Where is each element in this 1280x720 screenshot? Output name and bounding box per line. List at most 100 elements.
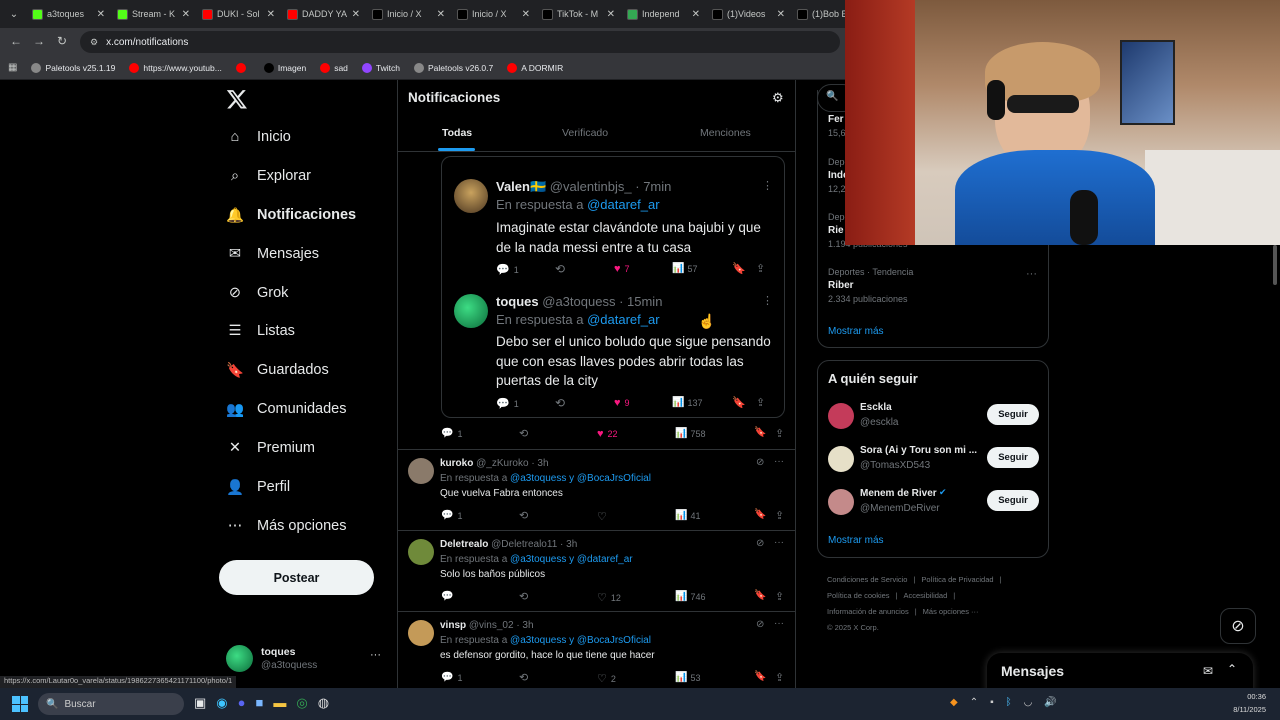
share-button[interactable]: ⇪	[756, 396, 765, 409]
repost-button[interactable]: ⟲	[555, 396, 565, 410]
new-message-icon[interactable]: ✉	[1203, 664, 1213, 678]
tab-list-button[interactable]: ⌄	[4, 4, 24, 24]
reply-button[interactable]: 💬 1	[441, 672, 462, 683]
site-info-icon[interactable]: ⚙	[90, 37, 98, 48]
reply-to-link[interactable]: @dataref_ar	[587, 197, 659, 212]
tab-verificado[interactable]: Verificado	[562, 127, 608, 139]
follow-button[interactable]: Seguir	[987, 490, 1039, 511]
show-more-trends[interactable]: Mostrar más	[828, 326, 884, 337]
views-button[interactable]: 📊 137	[672, 397, 702, 408]
tab-todas[interactable]: Todas	[442, 127, 472, 139]
bluetooth-icon[interactable]: ᛒ	[1006, 697, 1012, 708]
browser-tab[interactable]: Independ ✕	[621, 3, 706, 25]
clock[interactable]: 00:36 8/11/2025	[1216, 692, 1266, 714]
follow-suggestion[interactable]: Sora (Ai y Toru son mi ... @TomasXD543 S…	[818, 440, 1050, 480]
share-button[interactable]: ⇪	[756, 262, 765, 275]
views-button[interactable]: 📊 758	[675, 428, 705, 439]
like-button[interactable]: ♥ 7	[614, 263, 630, 275]
bookmark-button[interactable]: 🔖	[754, 590, 766, 601]
reply-post[interactable]: kuroko @_zKuroko · 3h ⊘ ··· En respuesta…	[398, 450, 795, 531]
repost-button[interactable]: ⟲	[555, 262, 565, 276]
app-tray-icon[interactable]: ◆	[950, 697, 958, 708]
close-icon[interactable]: ✕	[777, 9, 785, 20]
close-icon[interactable]: ✕	[267, 9, 275, 20]
taskbar-search[interactable]: 🔍 Buscar	[38, 693, 184, 715]
reply-to-link[interactable]: @a3toquess y @BocaJrsOficial	[510, 473, 651, 484]
browser-tab[interactable]: a3toques ✕	[26, 3, 111, 25]
post-button[interactable]: Postear	[219, 560, 374, 595]
footer-link[interactable]: Política de cookies	[827, 591, 890, 600]
tab-menciones[interactable]: Menciones	[700, 127, 751, 139]
edge-icon[interactable]: ◉	[216, 695, 227, 711]
bookmark-button[interactable]: 🔖	[754, 671, 766, 682]
share-button[interactable]: ⇪	[775, 590, 784, 603]
footer-link[interactable]: Accesibilidad	[904, 591, 948, 600]
repost-button[interactable]: ⟲	[519, 509, 528, 522]
views-button[interactable]: 📊 57	[672, 263, 697, 274]
x-logo[interactable]	[226, 88, 248, 110]
share-button[interactable]: ⇪	[775, 427, 784, 440]
author-name[interactable]: toques	[496, 294, 539, 309]
bookmark-item[interactable]: Paletools v26.0.7	[414, 62, 493, 73]
bookmark-item[interactable]: Twitch	[361, 62, 400, 73]
own-post-card[interactable]: toques @a3toquess · 15min ⋮ En respuesta…	[441, 286, 785, 418]
network-icon[interactable]: ▪	[990, 697, 994, 708]
nav-item-premium[interactable]: ✕ Premium	[226, 439, 315, 457]
footer-link[interactable]: Condiciones de Servicio	[827, 575, 907, 584]
task-view-icon[interactable]: ▣	[194, 695, 206, 711]
windows-start-icon[interactable]	[12, 696, 28, 712]
trend-item[interactable]: Deportes · Tendencia Riber 2.334 publica…	[828, 267, 913, 304]
reply-button[interactable]: 💬 1	[441, 428, 462, 439]
chrome-icon[interactable]: ◎	[296, 695, 307, 711]
quoted-post-card[interactable]: Valen🇸🇪 @valentinbjs_ · 7min ⋮ En respue…	[441, 156, 785, 286]
footer-link[interactable]: Más opciones ···	[923, 607, 979, 616]
nav-item-inicio[interactable]: ⌂ Inicio	[226, 128, 291, 146]
grok-button[interactable]: ⊘	[1220, 608, 1256, 644]
account-switcher[interactable]: toques @a3toquess ···	[226, 643, 386, 675]
discord-icon[interactable]: ●	[238, 695, 246, 711]
views-button[interactable]: 📊 41	[675, 510, 700, 521]
reply-button[interactable]: 💬	[441, 591, 457, 602]
nav-item-perfil[interactable]: 👤 Perfil	[226, 478, 290, 496]
back-icon[interactable]: ←	[10, 34, 22, 48]
reply-button[interactable]: 💬 1	[496, 263, 519, 276]
forward-icon[interactable]: →	[33, 34, 45, 48]
like-button[interactable]: ♡	[597, 510, 611, 523]
apps-grid-icon[interactable]: ▦	[8, 62, 17, 73]
reply-button[interactable]: 💬 1	[496, 397, 519, 410]
chevron-up-icon[interactable]: ⌃	[1227, 662, 1237, 676]
follow-button[interactable]: Seguir	[987, 404, 1039, 425]
more-icon[interactable]: ···	[774, 537, 784, 548]
reply-to-link[interactable]: @a3toquess y @dataref_ar	[510, 554, 633, 565]
browser-tab[interactable]: Stream - K ✕	[111, 3, 196, 25]
author-name[interactable]: Deletrealo	[440, 539, 488, 550]
browser-tab[interactable]: (1)Videos ✕	[706, 3, 791, 25]
bookmark-button[interactable]: 🔖	[732, 262, 746, 275]
author-name[interactable]: vinsp	[440, 620, 466, 631]
author-name[interactable]: kuroko	[440, 458, 473, 469]
nav-item-grok[interactable]: ⊘ Grok	[226, 284, 289, 302]
bookmark-item[interactable]: https://www.youtub...	[129, 62, 222, 73]
like-button[interactable]: ♥ 9	[614, 397, 630, 409]
url-field[interactable]: ⚙ x.com/notifications	[80, 31, 840, 53]
reply-button[interactable]: 💬 1	[441, 510, 462, 521]
volume-icon[interactable]: 🔊	[1044, 697, 1056, 708]
repost-button[interactable]: ⟲	[519, 590, 528, 603]
views-button[interactable]: 📊 746	[675, 591, 705, 602]
wifi-icon[interactable]: ◡	[1024, 697, 1033, 708]
reply-to-link[interactable]: @dataref_ar	[587, 312, 659, 327]
grok-icon[interactable]: ⊘	[756, 457, 764, 468]
views-button[interactable]: 📊 53	[675, 672, 700, 683]
nav-item-listas[interactable]: ☰ Listas	[226, 322, 295, 340]
repost-button[interactable]: ⟲	[519, 427, 528, 440]
browser-tab[interactable]: Inicio / X ✕	[451, 3, 536, 25]
bookmark-item[interactable]: sad	[320, 62, 348, 73]
browser-tab[interactable]: DUKI - Sol ✕	[196, 3, 281, 25]
store-icon[interactable]: ■	[256, 695, 264, 711]
nav-item-más-opciones[interactable]: ⋯ Más opciones	[226, 517, 347, 535]
repost-button[interactable]: ⟲	[519, 671, 528, 684]
nav-item-notificaciones[interactable]: 🔔 Notificaciones	[226, 206, 356, 224]
follow-suggestion[interactable]: Esckla @esckla Seguir	[818, 397, 1050, 437]
like-button[interactable]: ♥ 22	[597, 428, 618, 440]
browser-tab[interactable]: DADDY YA ✕	[281, 3, 366, 25]
